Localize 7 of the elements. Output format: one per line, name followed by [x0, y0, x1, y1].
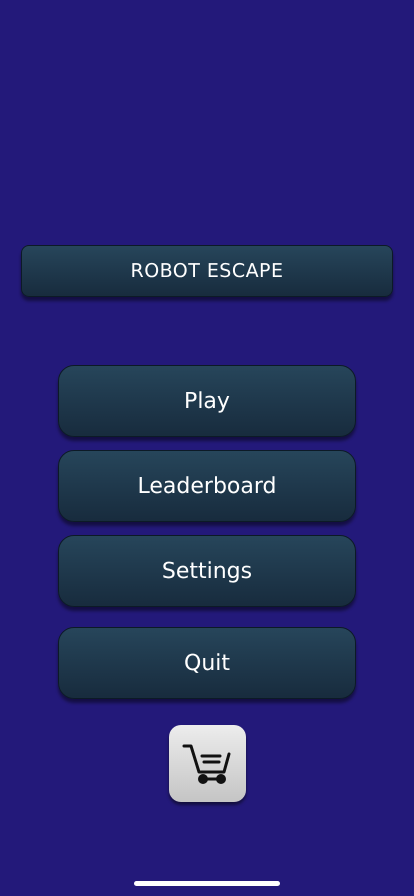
shop-button[interactable] — [168, 725, 246, 802]
menu-button[interactable]: Quit — [58, 627, 356, 699]
menu-button[interactable]: Play — [58, 365, 356, 437]
menu-button[interactable]: Settings — [58, 535, 356, 607]
title-banner: ROBOT ESCAPE — [21, 245, 393, 297]
cart-icon — [182, 742, 232, 786]
menu-button[interactable]: Leaderboard — [58, 450, 356, 522]
